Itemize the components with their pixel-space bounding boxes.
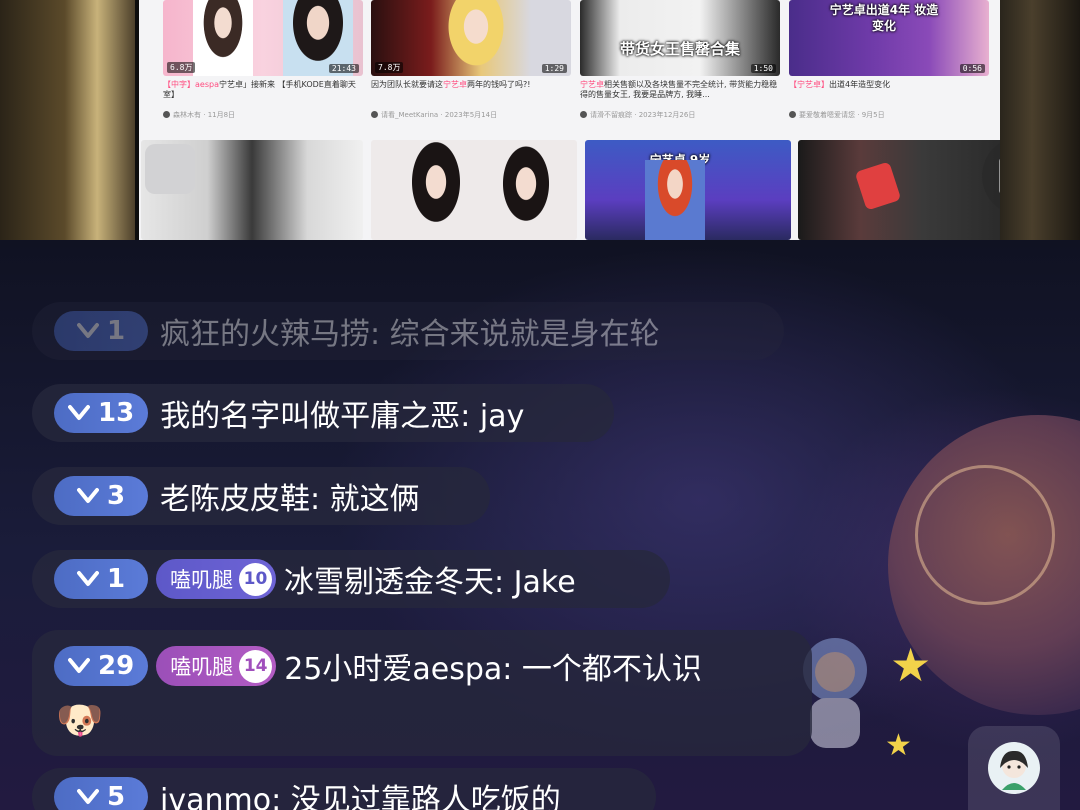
video-thumbnail-3: 带货女王售罄合集 1:50 xyxy=(580,0,780,76)
video-thumbnail-1: 6.8万 21:43 xyxy=(163,0,363,76)
video-title-1[interactable]: 【中字】aespa宁艺卓」接新来 【手机KODE直着聊天室】 xyxy=(163,80,363,102)
live-chat-panel: ★ ★ 1 疯狂的火辣马捞: 综合来说就是身在轮 13 我的名字叫做平庸之恶: … xyxy=(0,240,1080,810)
doge-emoji-icon: 🐶 xyxy=(56,698,104,742)
chat-content: Jake xyxy=(513,565,576,600)
video-title-4[interactable]: 【宁艺卓】出道4年造型变化 xyxy=(789,80,989,102)
chat-message: 3 老陈皮皮鞋: 就这俩 xyxy=(32,467,490,525)
user-level-badge: 5 xyxy=(54,777,148,810)
video-thumbnail-2: 7.8万 1:29 xyxy=(371,0,571,76)
user-level-badge: 29 xyxy=(54,646,149,686)
author-avatar-icon xyxy=(163,111,170,118)
thumbnail-overlay-text: 带货女王售罄合集 xyxy=(619,40,740,58)
chat-username[interactable]: 25小时爱aespa xyxy=(284,652,502,687)
author-avatar-icon xyxy=(789,111,796,118)
chat-message: 1 疯狂的火辣马捞: 综合来说就是身在轮 xyxy=(32,302,784,360)
chat-content: 一个都不认识 xyxy=(521,652,702,687)
chat-message: 5 ivanmo: 没见过靠路人吃饭的 xyxy=(32,768,656,810)
video-thumbnail-8 xyxy=(798,140,1006,240)
level-chevron-icon xyxy=(68,405,90,420)
author-avatar-icon xyxy=(371,111,378,118)
chat-username[interactable]: 冰雪剔透金冬天 xyxy=(284,565,494,600)
chat-content: 没见过靠路人吃饭的 xyxy=(290,783,561,810)
video-title-2[interactable]: 因为团队长就要请这宁艺卓两年的钱吗了吗?! xyxy=(371,80,571,102)
chat-content: 综合来说就是身在轮 xyxy=(389,317,660,352)
placeholder-icon xyxy=(145,144,195,194)
chat-content: 就这俩 xyxy=(329,482,420,517)
user-avatar-icon xyxy=(988,742,1040,794)
user-level-badge: 1 xyxy=(54,311,148,351)
fan-level: 14 xyxy=(239,649,273,683)
level-chevron-icon xyxy=(76,571,99,586)
star-icon: ★ xyxy=(890,638,932,692)
level-chevron-icon xyxy=(76,323,99,338)
video-thumbnail-5 xyxy=(141,140,363,240)
chat-username[interactable]: 老陈皮皮鞋 xyxy=(160,482,310,517)
video-thumbnail-7: 宁艺卓 9岁 xyxy=(585,140,791,240)
view-count: 7.8万 xyxy=(375,62,404,73)
video-duration: 1:29 xyxy=(541,64,567,73)
rotate-screen-icon xyxy=(999,156,1042,196)
chat-username[interactable]: ivanmo xyxy=(160,783,271,810)
chat-username[interactable]: 我的名字叫做平庸之恶 xyxy=(160,399,460,434)
chat-content: jay xyxy=(479,399,525,434)
level-chevron-icon xyxy=(76,488,99,503)
video-duration: 0:56 xyxy=(959,64,985,73)
user-level-badge: 1 xyxy=(54,559,148,599)
level-chevron-icon xyxy=(68,658,90,673)
video-meta-1: 森林木有 · 11月8日 xyxy=(163,110,235,120)
thumbnail-overlay-text: 宁艺卓出道4年 妆造变化 xyxy=(829,3,939,33)
fan-club-badge[interactable]: 嗑叽腿 10 xyxy=(156,559,276,599)
level-chevron-icon xyxy=(76,789,99,804)
video-duration: 1:50 xyxy=(750,64,776,73)
video-meta-4: 要爱敬着嗯爱请您 · 9月5日 xyxy=(789,110,885,120)
video-meta-2: 请看_MeetKarina · 2023年5月14日 xyxy=(371,110,497,120)
fan-club-badge[interactable]: 嗑叽腿 14 xyxy=(156,646,277,686)
video-title-3[interactable]: 宁艺卓相关售额以及各块售量不完全统计, 带货能力稳稳得的售量女王, 我要是品牌方… xyxy=(580,80,780,102)
video-duration: 21:43 xyxy=(328,64,359,73)
video-meta-3: 请滑不留痕踪 · 2023年12月26日 xyxy=(580,110,695,120)
rotate-screen-button[interactable] xyxy=(982,137,1060,215)
user-level-badge: 3 xyxy=(54,476,148,516)
author-avatar-icon xyxy=(580,111,587,118)
chat-username[interactable]: 疯狂的火辣马捞 xyxy=(160,317,370,352)
user-level-badge: 13 xyxy=(54,393,149,433)
view-count: 6.8万 xyxy=(167,62,196,73)
camera-view: 6.8万 21:43 7.8万 1:29 带货女王售罄合集 1:50 宁艺卓出道… xyxy=(0,0,1080,240)
fan-level: 10 xyxy=(239,562,272,596)
planet-face-decoration xyxy=(915,465,1055,605)
chat-message: 13 我的名字叫做平庸之恶: jay xyxy=(32,384,614,442)
viewer-avatar-button[interactable] xyxy=(968,726,1060,810)
chat-message: 29 嗑叽腿 14 25小时爱aespa: 一个都不认识 🐶 xyxy=(32,630,812,756)
video-thumbnail-6 xyxy=(371,140,577,240)
chat-message: 1 嗑叽腿 10 冰雪剔透金冬天: Jake xyxy=(32,550,670,608)
video-thumbnail-4: 宁艺卓出道4年 妆造变化 0:56 xyxy=(789,0,989,76)
tablet-screen: 6.8万 21:43 7.8万 1:29 带货女王售罄合集 1:50 宁艺卓出道… xyxy=(135,0,1010,240)
